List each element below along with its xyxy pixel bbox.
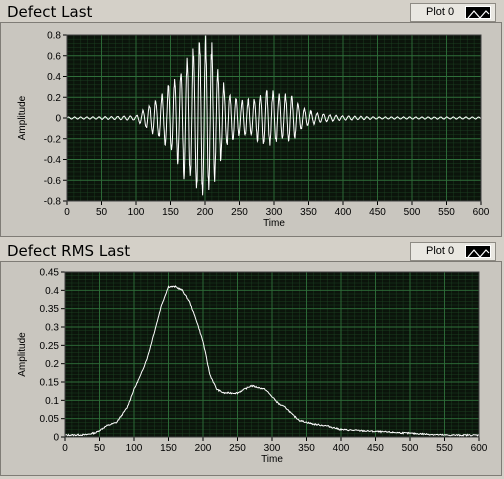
- y-tick-label: 0.35: [40, 304, 60, 315]
- y-tick-label: 0.2: [45, 359, 59, 370]
- y-tick-label: -0.4: [44, 155, 62, 166]
- y-tick-label: 0: [53, 433, 59, 444]
- x-tick-label: 100: [126, 443, 143, 454]
- y-tick-label: 0.45: [40, 268, 60, 279]
- x-tick-label: 200: [195, 443, 212, 454]
- x-axis-title: Time: [261, 454, 283, 465]
- x-tick-label: 350: [298, 443, 315, 454]
- x-tick-label: 350: [300, 207, 317, 218]
- x-tick-label: 150: [162, 207, 179, 218]
- x-tick-label: 300: [264, 443, 281, 454]
- x-tick-label: 50: [96, 207, 108, 218]
- x-tick-label: 100: [128, 207, 145, 218]
- x-tick-label: 0: [64, 207, 70, 218]
- x-tick-label: 400: [333, 443, 350, 454]
- x-tick-label: 500: [404, 207, 421, 218]
- legend-label: Plot 0: [426, 245, 455, 257]
- x-tick-label: 600: [473, 207, 490, 218]
- x-tick-label: 450: [369, 207, 386, 218]
- y-tick-label: -0.2: [44, 134, 62, 145]
- x-tick-label: 50: [94, 443, 106, 454]
- y-tick-label: 0.3: [45, 323, 59, 334]
- legend-label: Plot 0: [426, 6, 455, 18]
- y-tick-label: 0.1: [45, 396, 59, 407]
- y-tick-label: 0: [55, 114, 61, 125]
- plot-frame: 0.8 0.6 0.4 0.2 0 -0.2 -0.4 -0.6 -0.8 0 50 100 150 20…: [0, 22, 502, 237]
- y-tick-label: 0.4: [45, 286, 59, 297]
- defect-last-graph: Defect Last Plot 0 0.8 0.6 0.4 0.2 0 -0.2 -0.4…: [0, 0, 504, 239]
- x-axis-title: Time: [263, 218, 285, 229]
- defect-rms-last-graph: Defect RMS Last Plot 0 0.45 0.4 0.35 0.3 0.2…: [0, 239, 504, 479]
- y-tick-label: 0.2: [47, 93, 61, 104]
- y-tick-label: -0.6: [44, 176, 62, 187]
- y-tick-label: 0.05: [40, 414, 60, 425]
- plot-legend[interactable]: Plot 0: [410, 242, 496, 261]
- x-tick-label: 250: [231, 207, 248, 218]
- x-tick-label: 500: [402, 443, 419, 454]
- y-axis-title: Amplitude: [17, 95, 28, 140]
- y-tick-label: 0.4: [47, 72, 61, 83]
- line-style-swatch-icon[interactable]: [465, 6, 491, 19]
- x-tick-label: 400: [335, 207, 352, 218]
- chart-title: Defect Last: [7, 3, 93, 21]
- x-tick-label: 550: [438, 207, 455, 218]
- x-tick-label: 0: [62, 443, 68, 454]
- waveform-plot[interactable]: 0.80.60.40.20-0.2-0.4-0.6-0.80 50 100 150 20…: [1, 23, 503, 238]
- y-axis-title: Amplitude: [17, 332, 28, 377]
- line-style-swatch-icon[interactable]: [465, 245, 491, 258]
- x-tick-label: 300: [266, 207, 283, 218]
- x-tick-label: 150: [160, 443, 177, 454]
- y-tick-label: -0.8: [44, 197, 62, 208]
- plot-legend[interactable]: Plot 0: [410, 3, 496, 22]
- x-tick-label: 550: [436, 443, 453, 454]
- x-tick-label: 250: [229, 443, 246, 454]
- x-tick-label: 450: [367, 443, 384, 454]
- x-tick-label: 600: [471, 443, 488, 454]
- y-tick-label: 0.15: [40, 378, 60, 389]
- plot-frame: 0.45 0.4 0.35 0.3 0.25 0.2 0.15 0.1 0.05 0 0 50 100 1…: [0, 261, 502, 476]
- y-tick-label: 0.8: [47, 31, 61, 42]
- x-tick-label: 200: [197, 207, 214, 218]
- y-tick-label: 0.6: [47, 51, 61, 62]
- y-tick-label: 0.25: [40, 341, 60, 352]
- chart-title: Defect RMS Last: [7, 242, 131, 260]
- rms-plot[interactable]: 0.45 0.4 0.35 0.3 0.25 0.2 0.15 0.1 0.05 00 50 100 1…: [1, 262, 503, 477]
